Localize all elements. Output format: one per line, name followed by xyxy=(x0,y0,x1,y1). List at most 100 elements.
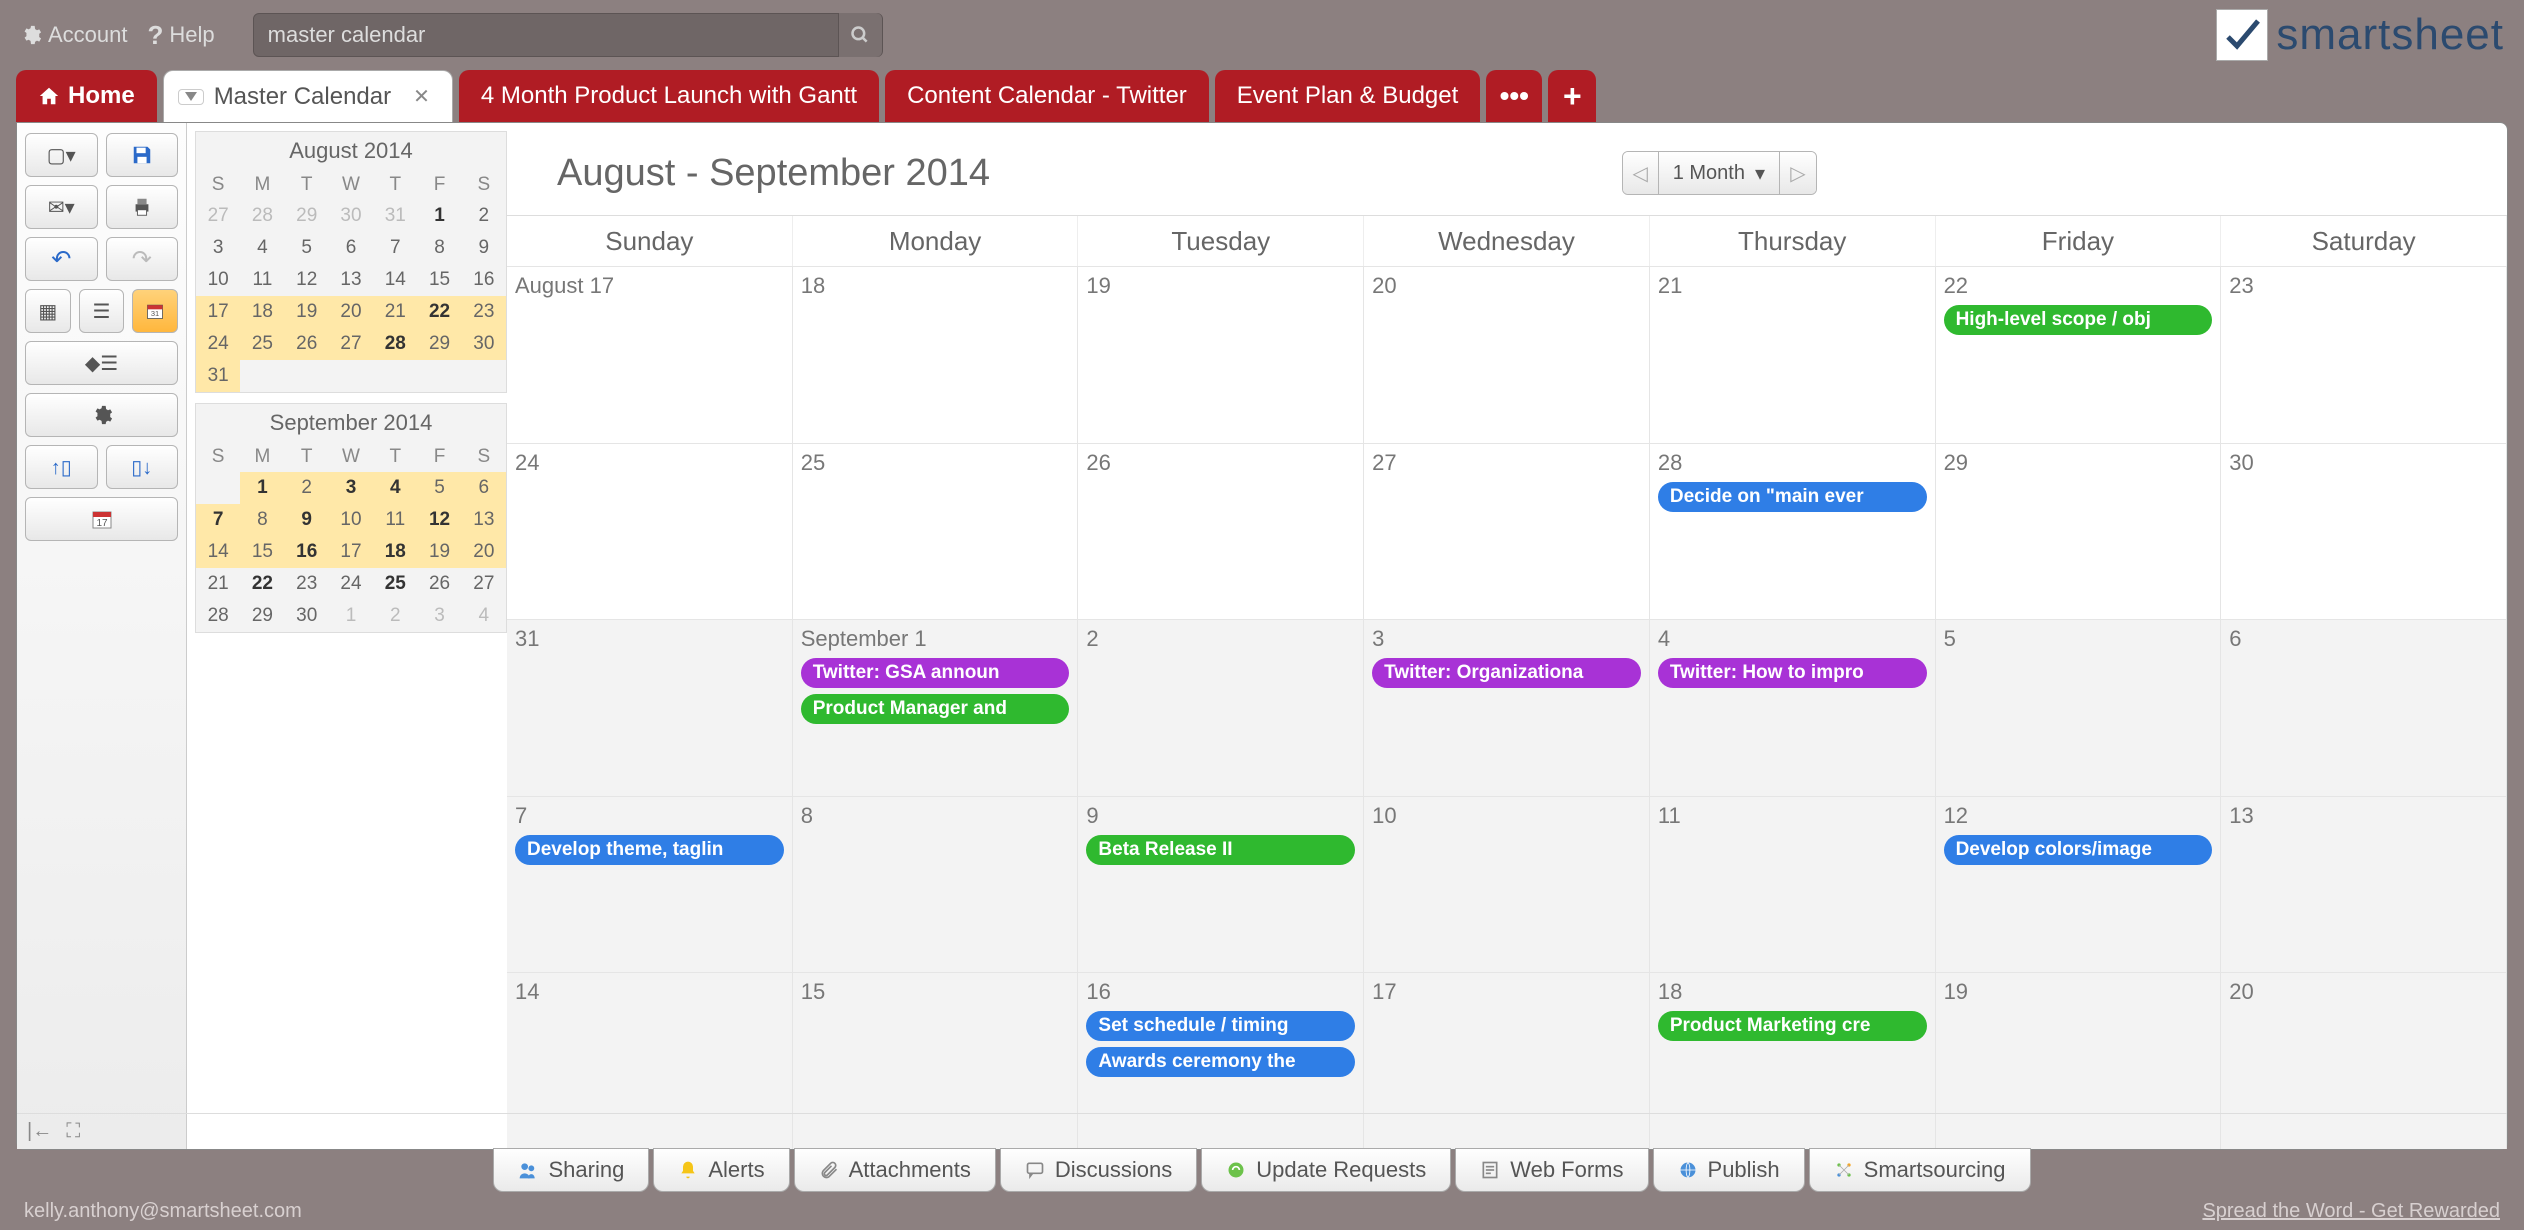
mini-day[interactable]: 27 xyxy=(196,200,240,232)
footer-tab-sharing[interactable]: Sharing xyxy=(493,1148,649,1192)
mini-day[interactable]: 12 xyxy=(285,264,329,296)
dropdown-icon[interactable] xyxy=(178,89,204,105)
calendar-event[interactable]: Develop theme, taglin xyxy=(515,835,784,865)
mini-day[interactable]: 19 xyxy=(285,296,329,328)
mini-day[interactable]: 30 xyxy=(329,200,373,232)
footer-tab-attachments[interactable]: Attachments xyxy=(794,1148,996,1192)
calendar-event[interactable]: Set schedule / timing xyxy=(1086,1011,1355,1041)
mini-day[interactable]: 30 xyxy=(285,600,329,632)
mini-day[interactable] xyxy=(240,360,284,392)
calendar-cell[interactable]: September 1Twitter: GSA announProduct Ma… xyxy=(793,619,1079,796)
calendar-cell[interactable]: 11 xyxy=(1650,796,1936,973)
mini-day[interactable] xyxy=(196,472,240,504)
tab-event-plan[interactable]: Event Plan & Budget xyxy=(1215,70,1480,122)
mini-day[interactable]: 21 xyxy=(373,296,417,328)
calendar-cell[interactable]: 18 xyxy=(793,266,1079,443)
mini-day[interactable]: 31 xyxy=(373,200,417,232)
mini-day[interactable]: 11 xyxy=(240,264,284,296)
calendar-event[interactable]: Product Manager and xyxy=(801,694,1070,724)
range-span[interactable]: 1 Month▾ xyxy=(1659,152,1780,194)
mini-day[interactable]: 2 xyxy=(373,600,417,632)
calendar-cell[interactable]: 20 xyxy=(1364,266,1650,443)
mini-day[interactable]: 13 xyxy=(329,264,373,296)
mini-day[interactable]: 28 xyxy=(196,600,240,632)
mini-day[interactable]: 18 xyxy=(240,296,284,328)
mini-day[interactable]: 14 xyxy=(373,264,417,296)
mini-day[interactable]: 9 xyxy=(462,232,506,264)
calendar-cell[interactable]: 31 xyxy=(507,619,793,796)
mini-day[interactable]: 11 xyxy=(373,504,417,536)
footer-tab-publish[interactable]: Publish xyxy=(1653,1148,1805,1192)
hierarchy-button[interactable]: ◆☰ xyxy=(25,341,178,385)
mini-day[interactable] xyxy=(373,360,417,392)
mini-day[interactable]: 7 xyxy=(196,504,240,536)
tab-product-launch[interactable]: 4 Month Product Launch with Gantt xyxy=(459,70,879,122)
mini-day[interactable]: 31 xyxy=(196,360,240,392)
mini-day[interactable]: 18 xyxy=(373,536,417,568)
mini-day[interactable]: 3 xyxy=(417,600,461,632)
tab-add[interactable]: + xyxy=(1548,70,1596,122)
mini-day[interactable]: 3 xyxy=(196,232,240,264)
tab-overflow[interactable]: ••• xyxy=(1486,70,1542,122)
mail-button[interactable]: ✉▾ xyxy=(25,185,98,229)
mini-day[interactable] xyxy=(417,360,461,392)
calendar-cell[interactable]: 3Twitter: Organizationa xyxy=(1364,619,1650,796)
tab-home[interactable]: Home xyxy=(16,70,157,122)
calendar-cell[interactable]: 22High-level scope / obj xyxy=(1936,266,2222,443)
today-button[interactable]: 17 xyxy=(25,497,178,541)
mini-day[interactable]: 24 xyxy=(196,328,240,360)
mini-day[interactable]: 1 xyxy=(329,600,373,632)
search-button[interactable] xyxy=(838,13,882,57)
calendar-event[interactable]: Develop colors/image xyxy=(1944,835,2213,865)
mini-day[interactable] xyxy=(462,360,506,392)
mini-day[interactable]: 28 xyxy=(373,328,417,360)
calendar-cell[interactable]: 29 xyxy=(1936,443,2222,620)
undo-button[interactable]: ↶ xyxy=(25,237,98,281)
mini-day[interactable]: 5 xyxy=(417,472,461,504)
mini-day[interactable]: 13 xyxy=(462,504,506,536)
calendar-cell[interactable]: 13 xyxy=(2221,796,2507,973)
save-button[interactable] xyxy=(106,133,179,177)
mini-day[interactable]: 3 xyxy=(329,472,373,504)
mini-day[interactable]: 17 xyxy=(196,296,240,328)
calendar-cell[interactable]: 23 xyxy=(2221,266,2507,443)
settings-button[interactable] xyxy=(25,393,178,437)
calendar-cell[interactable]: August 17 xyxy=(507,266,793,443)
mini-day[interactable]: 26 xyxy=(285,328,329,360)
help-menu[interactable]: ? Help xyxy=(148,20,215,51)
calendar-cell[interactable]: 8 xyxy=(793,796,1079,973)
mini-day[interactable]: 22 xyxy=(240,568,284,600)
calendar-event[interactable]: Decide on "main ever xyxy=(1658,482,1927,512)
mini-day[interactable]: 27 xyxy=(329,328,373,360)
close-icon[interactable]: ✕ xyxy=(413,84,430,109)
import-up-button[interactable]: ↑▯ xyxy=(25,445,98,489)
footer-tab-smartsourcing[interactable]: Smartsourcing xyxy=(1809,1148,2031,1192)
mini-day[interactable]: 1 xyxy=(417,200,461,232)
mini-day[interactable]: 8 xyxy=(240,504,284,536)
mini-day[interactable]: 6 xyxy=(462,472,506,504)
mini-day[interactable]: 7 xyxy=(373,232,417,264)
mini-day[interactable]: 21 xyxy=(196,568,240,600)
mini-day[interactable]: 28 xyxy=(240,200,284,232)
mini-day[interactable]: 1 xyxy=(240,472,284,504)
calendar-cell[interactable]: 28Decide on "main ever xyxy=(1650,443,1936,620)
mini-day[interactable]: 17 xyxy=(329,536,373,568)
mini-day[interactable]: 4 xyxy=(462,600,506,632)
mini-day[interactable]: 10 xyxy=(329,504,373,536)
calendar-cell[interactable]: 4Twitter: How to impro xyxy=(1650,619,1936,796)
mini-day[interactable] xyxy=(285,360,329,392)
footer-tab-alerts[interactable]: Alerts xyxy=(653,1148,789,1192)
mini-day[interactable]: 16 xyxy=(285,536,329,568)
calendar-event[interactable]: High-level scope / obj xyxy=(1944,305,2213,335)
mini-day[interactable]: 2 xyxy=(462,200,506,232)
mini-day[interactable]: 19 xyxy=(417,536,461,568)
mini-day[interactable]: 12 xyxy=(417,504,461,536)
mini-day[interactable]: 15 xyxy=(240,536,284,568)
calendar-cell[interactable]: 21 xyxy=(1650,266,1936,443)
mini-day[interactable]: 29 xyxy=(240,600,284,632)
new-button[interactable]: ▢▾ xyxy=(25,133,98,177)
mini-day[interactable]: 5 xyxy=(285,232,329,264)
print-button[interactable] xyxy=(106,185,179,229)
calendar-event[interactable]: Twitter: How to impro xyxy=(1658,658,1927,688)
mini-day[interactable]: 23 xyxy=(285,568,329,600)
